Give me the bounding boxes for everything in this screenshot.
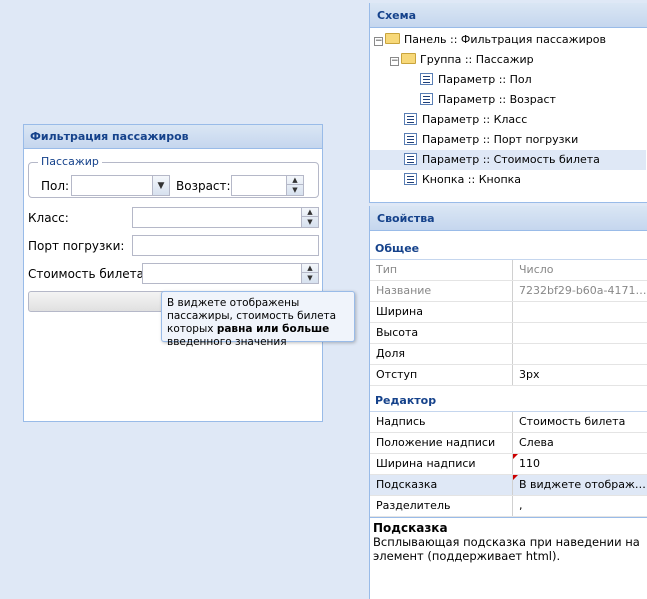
section-general: Общее <box>370 238 647 260</box>
property-row[interactable]: Название 7232bf29-b60a-4171-b5… <box>370 281 647 302</box>
tooltip-text-2: введенного значения <box>167 336 287 348</box>
property-key: Положение надписи <box>370 433 513 453</box>
tree-node-label: Параметр :: Пол <box>438 73 532 86</box>
folder-icon <box>401 53 416 64</box>
port-input[interactable] <box>132 235 319 256</box>
help-box: Подсказка Всплывающая подсказка при наве… <box>370 517 647 566</box>
property-key: Надпись <box>370 412 513 432</box>
sex-combobox[interactable]: ▼ <box>71 175 170 196</box>
chevron-down-icon[interactable]: ▼ <box>152 176 169 195</box>
property-key: Тип <box>370 260 513 280</box>
spin-down-icon[interactable]: ▼ <box>302 217 318 226</box>
spin-down-icon[interactable]: ▼ <box>287 185 303 194</box>
tree-node-sex[interactable]: Параметр :: Пол <box>420 70 644 90</box>
param-icon <box>420 73 433 85</box>
property-value[interactable]: 3px <box>513 365 647 385</box>
schema-title: Схема <box>370 3 647 28</box>
property-row[interactable]: Положение надписи Слева <box>370 433 647 454</box>
spin-up-icon[interactable]: ▲ <box>287 176 303 185</box>
fare-label: Стоимость билета: <box>28 267 149 281</box>
property-row[interactable]: Высота <box>370 323 647 344</box>
collapse-icon[interactable]: − <box>374 37 383 46</box>
class-spinner[interactable]: ▲ ▼ <box>301 208 318 227</box>
property-key: Разделитель <box>370 496 513 516</box>
property-row[interactable]: Тип Число <box>370 260 647 281</box>
tree-node-label: Параметр :: Стоимость билета <box>422 153 600 166</box>
tree-node-label: Параметр :: Возраст <box>438 93 556 106</box>
sex-label: Пол: <box>41 179 70 193</box>
property-row[interactable]: Доля <box>370 344 647 365</box>
help-title: Подсказка <box>373 521 448 535</box>
property-row[interactable]: Надпись Стоимость билета <box>370 412 647 433</box>
collapse-icon[interactable]: − <box>390 57 399 66</box>
property-value[interactable] <box>513 344 647 364</box>
fare-tooltip: В виджете отображены пассажиры, стоимост… <box>161 291 355 348</box>
property-row[interactable]: Ширина надписи 110 <box>370 454 647 475</box>
spin-up-icon[interactable]: ▲ <box>302 264 318 273</box>
property-value[interactable]: В виджете отображен… <box>513 475 647 495</box>
spin-up-icon[interactable]: ▲ <box>302 208 318 217</box>
property-value[interactable] <box>513 302 647 322</box>
folder-icon <box>385 33 400 44</box>
property-row[interactable]: Разделитель, <box>370 496 647 517</box>
class-label: Класс: <box>28 211 69 225</box>
fare-spinner[interactable]: ▲ ▼ <box>301 264 318 283</box>
property-row[interactable]: Ширина <box>370 302 647 323</box>
property-value: 7232bf29-b60a-4171-b5… <box>519 284 647 297</box>
property-key: Высота <box>370 323 513 343</box>
param-icon <box>404 113 417 125</box>
tree-node-button[interactable]: Кнопка :: Кнопка <box>404 170 644 190</box>
property-key: Доля <box>370 344 513 364</box>
port-label: Порт погрузки: <box>28 239 125 253</box>
class-number-field[interactable]: ▲ ▼ <box>132 207 319 228</box>
property-value[interactable]: 110 <box>513 454 647 474</box>
property-value[interactable] <box>513 323 647 343</box>
schema-panel: Схема − Панель :: Фильтрация пассажиров −… <box>369 3 647 203</box>
age-number-field[interactable]: ▲ ▼ <box>231 175 304 196</box>
properties-title: Свойства <box>370 206 647 231</box>
widget-title: Фильтрация пассажиров <box>24 125 322 149</box>
tree-node-age[interactable]: Параметр :: Возраст <box>420 90 644 110</box>
property-value[interactable]: Слева <box>513 433 647 453</box>
property-key: Ширина надписи <box>370 454 513 474</box>
tree-node-label: Кнопка :: Кнопка <box>422 173 522 186</box>
age-label: Возраст: <box>176 179 231 193</box>
property-value[interactable]: , <box>513 496 647 516</box>
age-spinner[interactable]: ▲ ▼ <box>286 176 303 195</box>
section-editor: Редактор <box>370 390 647 412</box>
param-icon <box>404 133 417 145</box>
tree-node-label: Группа :: Пассажир <box>420 53 534 66</box>
tree-node-label: Параметр :: Порт погрузки <box>422 133 579 146</box>
property-key: Название <box>370 281 513 301</box>
fare-number-field[interactable]: ▲ ▼ <box>142 263 319 284</box>
property-row-selected[interactable]: Подсказка В виджете отображен… <box>370 475 647 496</box>
property-key: Ширина <box>370 302 513 322</box>
tree-node-class[interactable]: Параметр :: Класс <box>404 110 644 130</box>
filter-widget-panel: Фильтрация пассажиров Пассажир Пол: ▼ Во… <box>23 124 323 422</box>
properties-panel: Свойства Общее Тип Число Название 7232bf29… <box>369 206 647 599</box>
param-icon <box>404 173 417 185</box>
tree-node-panel[interactable]: − Панель :: Фильтрация пассажиров <box>374 30 644 50</box>
param-icon <box>420 93 433 105</box>
property-value: Число <box>519 263 554 276</box>
tree-node-label: Параметр :: Класс <box>422 113 528 126</box>
fieldset-legend: Пассажир <box>38 156 102 168</box>
property-key: Отступ <box>370 365 513 385</box>
property-row[interactable]: Отступ 3px <box>370 365 647 386</box>
tree-node-group[interactable]: − Группа :: Пассажир <box>390 50 644 70</box>
tree-node-port[interactable]: Параметр :: Порт погрузки <box>404 130 644 150</box>
help-text: Всплывающая подсказка при наведении на э… <box>373 535 640 563</box>
tree-node-fare[interactable]: Параметр :: Стоимость билета <box>370 150 646 170</box>
tooltip-bold: равна или больше <box>216 323 330 335</box>
param-icon <box>404 153 417 165</box>
tree-node-label: Панель :: Фильтрация пассажиров <box>404 33 606 46</box>
property-value[interactable]: Стоимость билета <box>513 412 647 432</box>
spin-down-icon[interactable]: ▼ <box>302 273 318 282</box>
property-key: Подсказка <box>370 475 513 495</box>
